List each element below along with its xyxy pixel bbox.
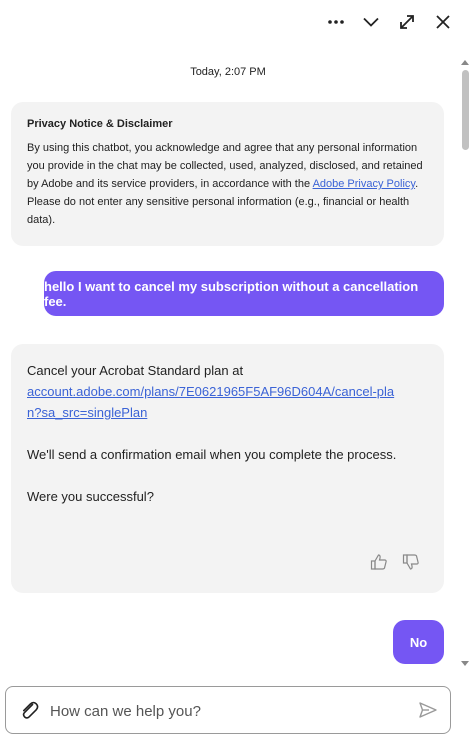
- chat-scrollbar[interactable]: [460, 60, 470, 666]
- privacy-title: Privacy Notice & Disclaimer: [27, 118, 173, 130]
- thumbs-down-icon[interactable]: [401, 552, 421, 572]
- cancel-plan-link[interactable]: account.adobe.com/plans/7E0621965F5AF96D…: [27, 384, 394, 420]
- message-composer: [5, 686, 451, 734]
- send-icon[interactable]: [418, 700, 438, 720]
- chat-header: [0, 0, 470, 44]
- user-message: hello I want to cancel my subscription w…: [44, 271, 444, 316]
- reply-question: Were you successful?: [27, 489, 154, 504]
- close-icon[interactable]: [429, 8, 457, 36]
- privacy-body: By using this chatbot, you acknowledge a…: [27, 139, 428, 229]
- privacy-notice: Privacy Notice & Disclaimer By using thi…: [11, 102, 444, 246]
- reply-line: We'll send a confirmation email when you…: [27, 447, 397, 462]
- user-message: No: [393, 620, 444, 664]
- chat-transcript[interactable]: Today, 2:07 PM Privacy Notice & Disclaim…: [0, 44, 460, 670]
- thumbs-up-icon[interactable]: [369, 552, 389, 572]
- chevron-down-icon[interactable]: [357, 8, 385, 36]
- scroll-thumb[interactable]: [462, 70, 469, 150]
- scroll-up-arrow-icon[interactable]: [461, 60, 469, 65]
- more-options-icon[interactable]: [322, 8, 350, 36]
- paperclip-icon[interactable]: [18, 699, 40, 721]
- privacy-policy-link[interactable]: Adobe Privacy Policy: [313, 178, 416, 190]
- bot-reply: Cancel your Acrobat Standard plan at acc…: [11, 344, 444, 593]
- reply-line: Cancel your Acrobat Standard plan at: [27, 363, 244, 378]
- message-timestamp: Today, 2:07 PM: [190, 66, 266, 78]
- expand-icon[interactable]: [393, 8, 421, 36]
- scroll-down-arrow-icon[interactable]: [461, 661, 469, 666]
- message-input[interactable]: [48, 697, 402, 725]
